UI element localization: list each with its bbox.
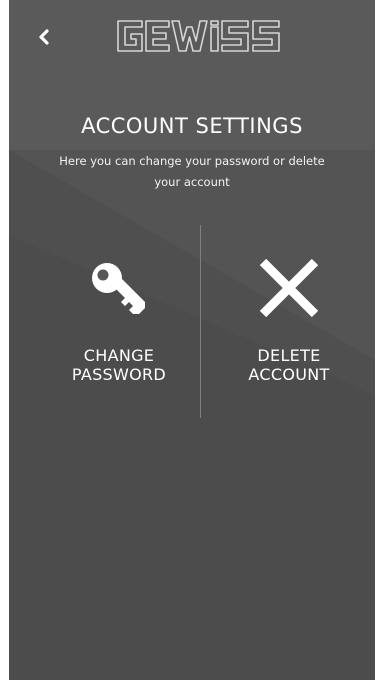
delete-account-label-line1: DELETE [257, 346, 321, 365]
change-password-button[interactable]: CHANGE PASSWORD [39, 250, 199, 400]
back-button[interactable] [33, 26, 55, 48]
delete-account-button[interactable]: DELETE ACCOUNT [209, 250, 369, 400]
change-password-label-line2: PASSWORD [71, 365, 167, 384]
gewiss-logo [117, 20, 280, 52]
close-x-icon [254, 250, 324, 326]
page-title: ACCOUNT SETTINGS [81, 114, 303, 138]
change-password-label-line1: CHANGE [83, 346, 155, 365]
change-password-label: CHANGE PASSWORD [39, 346, 199, 384]
vertical-divider [200, 225, 201, 418]
delete-account-label-line2: ACCOUNT [248, 365, 330, 384]
page-subtitle: Here you can change your password or del… [59, 154, 325, 189]
delete-account-label: DELETE ACCOUNT [209, 346, 369, 384]
account-settings-screen: ACCOUNT SETTINGS Here you can change you… [9, 0, 375, 680]
chevron-left-icon [39, 29, 49, 45]
key-icon [84, 250, 154, 326]
